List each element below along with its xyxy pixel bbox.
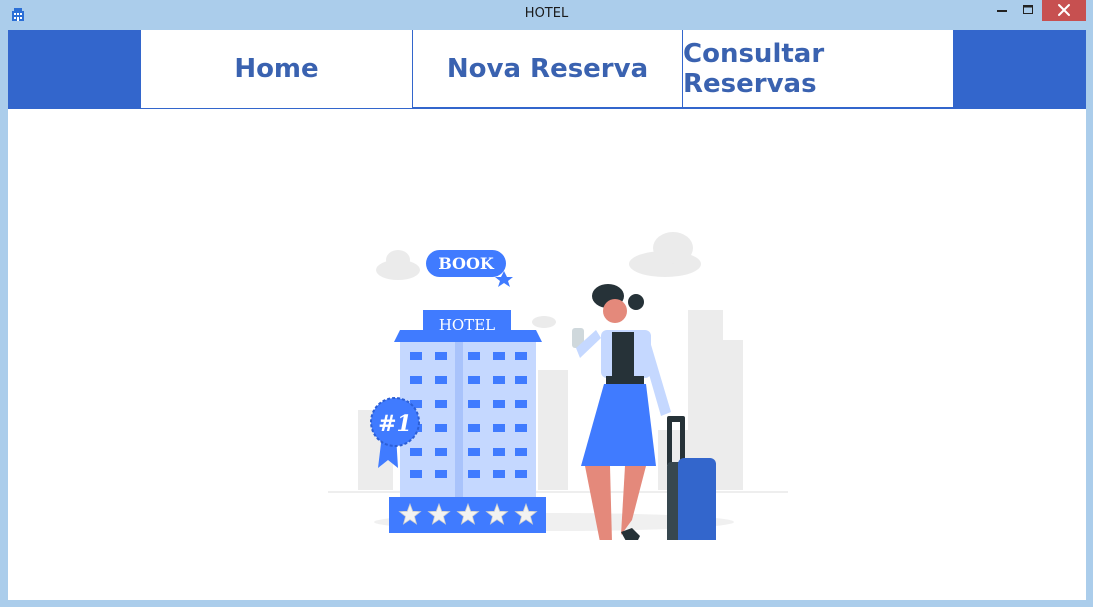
maximize-icon [1023,5,1033,14]
minimize-button[interactable] [990,0,1014,21]
minimize-icon [997,10,1007,12]
tab-bar: Home Nova Reserva Consultar Reservas [8,30,1086,109]
title-bar: HOTEL [0,0,1093,30]
book-badge-label: BOOK [438,254,495,273]
close-icon [1058,4,1070,16]
window-title: HOTEL [524,6,569,21]
skirt [581,384,656,466]
tab-consultar-reservas[interactable]: Consultar Reservas [683,30,954,108]
hotel-booking-illustration: BOOK HOTEL #1 [328,232,788,540]
close-button[interactable] [1042,0,1086,21]
tab-home[interactable]: Home [141,30,412,108]
maximize-button[interactable] [1015,0,1041,21]
traveler-woman [572,284,671,540]
rank-badge-label: #1 [378,411,412,437]
tab-nova-reserva[interactable]: Nova Reserva [412,30,683,108]
main-window-content: Home Nova Reserva Consultar Reservas BOO… [8,30,1086,600]
